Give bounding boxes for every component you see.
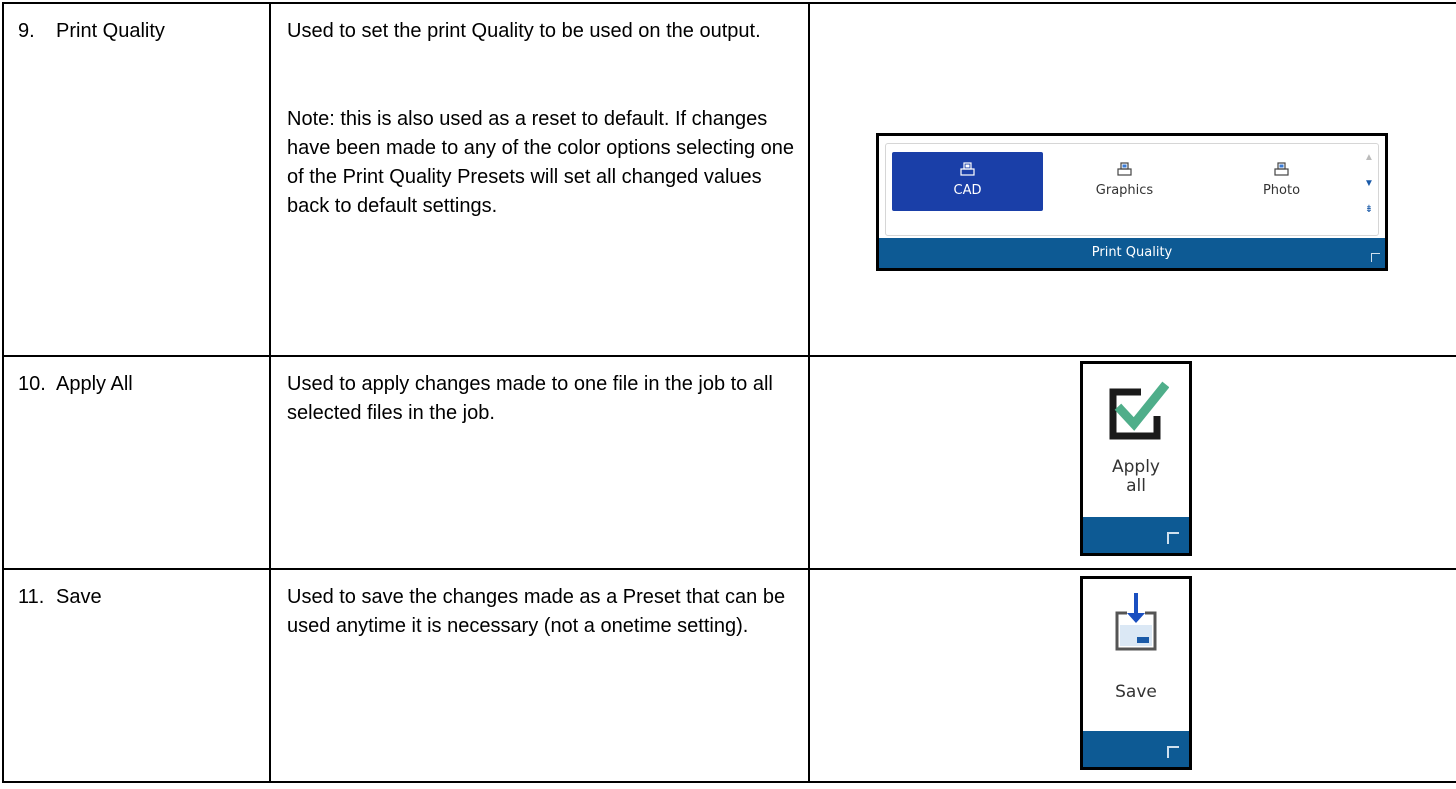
preset-photo-button[interactable]: Photo [1206,152,1357,211]
feature-cell: 9. Print Quality [2,2,271,357]
scroll-up-icon[interactable]: ▲ [1363,152,1375,163]
preset-label: Graphics [1095,183,1154,198]
table-row: 11. Save Used to save the changes made a… [2,568,1456,783]
feature-name: Apply All [56,373,133,395]
preset-label: CAD [953,183,982,198]
item-number: 11. [18,586,45,608]
description-cell: Used to save the changes made as a Prese… [269,568,810,783]
description-cell: Used to apply changes made to one file i… [269,355,810,570]
preset-gallery: CAD Graphics Photo ▲ ▼ ⇟ [885,143,1379,236]
preset-graphics-button[interactable]: Graphics [1049,152,1200,211]
expand-gallery-icon[interactable]: ⇟ [1363,204,1375,215]
printer-icon [1274,162,1289,176]
feature-cell: 11. Save [2,568,271,783]
printer-icon [1117,162,1132,176]
table-row: 10. Apply All Used to apply changes made… [2,355,1456,570]
scroll-down-icon[interactable]: ▼ [1363,178,1375,189]
preset-label: Photo [1262,183,1301,198]
description-text: Used to apply changes made to one file i… [287,373,773,424]
checkmark-icon [1109,381,1169,440]
preset-cad-button[interactable]: CAD [892,152,1043,211]
table-row: 9. Print Quality Used to set the print Q… [2,2,1456,357]
item-number: 10. [18,373,46,395]
print-quality-ribbon: CAD Graphics Photo ▲ ▼ ⇟ Print Quality [876,133,1388,271]
group-footer [1083,517,1189,553]
apply-all-button[interactable]: Apply all [1080,361,1192,556]
description-cell: Used to set the print Quality to be used… [269,2,810,357]
group-footer: Print Quality [879,238,1385,268]
dialog-launcher-icon[interactable] [1167,746,1179,758]
description-text: Used to save the changes made as a Prese… [287,586,786,637]
apply-label: Apply all [1112,457,1160,496]
feature-table: 9. Print Quality Used to set the print Q… [2,2,1456,783]
dialog-launcher-icon[interactable] [1167,532,1179,544]
gallery-scroll[interactable]: ▲ ▼ ⇟ [1363,150,1375,230]
description-text: Used to set the print Quality to be used… [287,20,761,42]
screenshot-cell: Apply all [808,355,1456,570]
group-footer [1083,731,1189,767]
screenshot-cell: Save [808,568,1456,783]
feature-name: Save [56,586,102,608]
note-text: Note: this is also used as a reset to de… [287,108,795,217]
save-icon [1115,593,1157,651]
group-label: Print Quality [1091,245,1173,260]
feature-name: Print Quality [56,20,165,42]
save-label: Save [1115,682,1157,702]
screenshot-cell: CAD Graphics Photo ▲ ▼ ⇟ Print Quality [808,2,1456,357]
printer-icon [960,162,975,176]
dialog-launcher-icon[interactable] [1371,253,1380,262]
save-button[interactable]: Save [1080,576,1192,770]
feature-cell: 10. Apply All [2,355,271,570]
item-number: 9. [18,20,35,42]
